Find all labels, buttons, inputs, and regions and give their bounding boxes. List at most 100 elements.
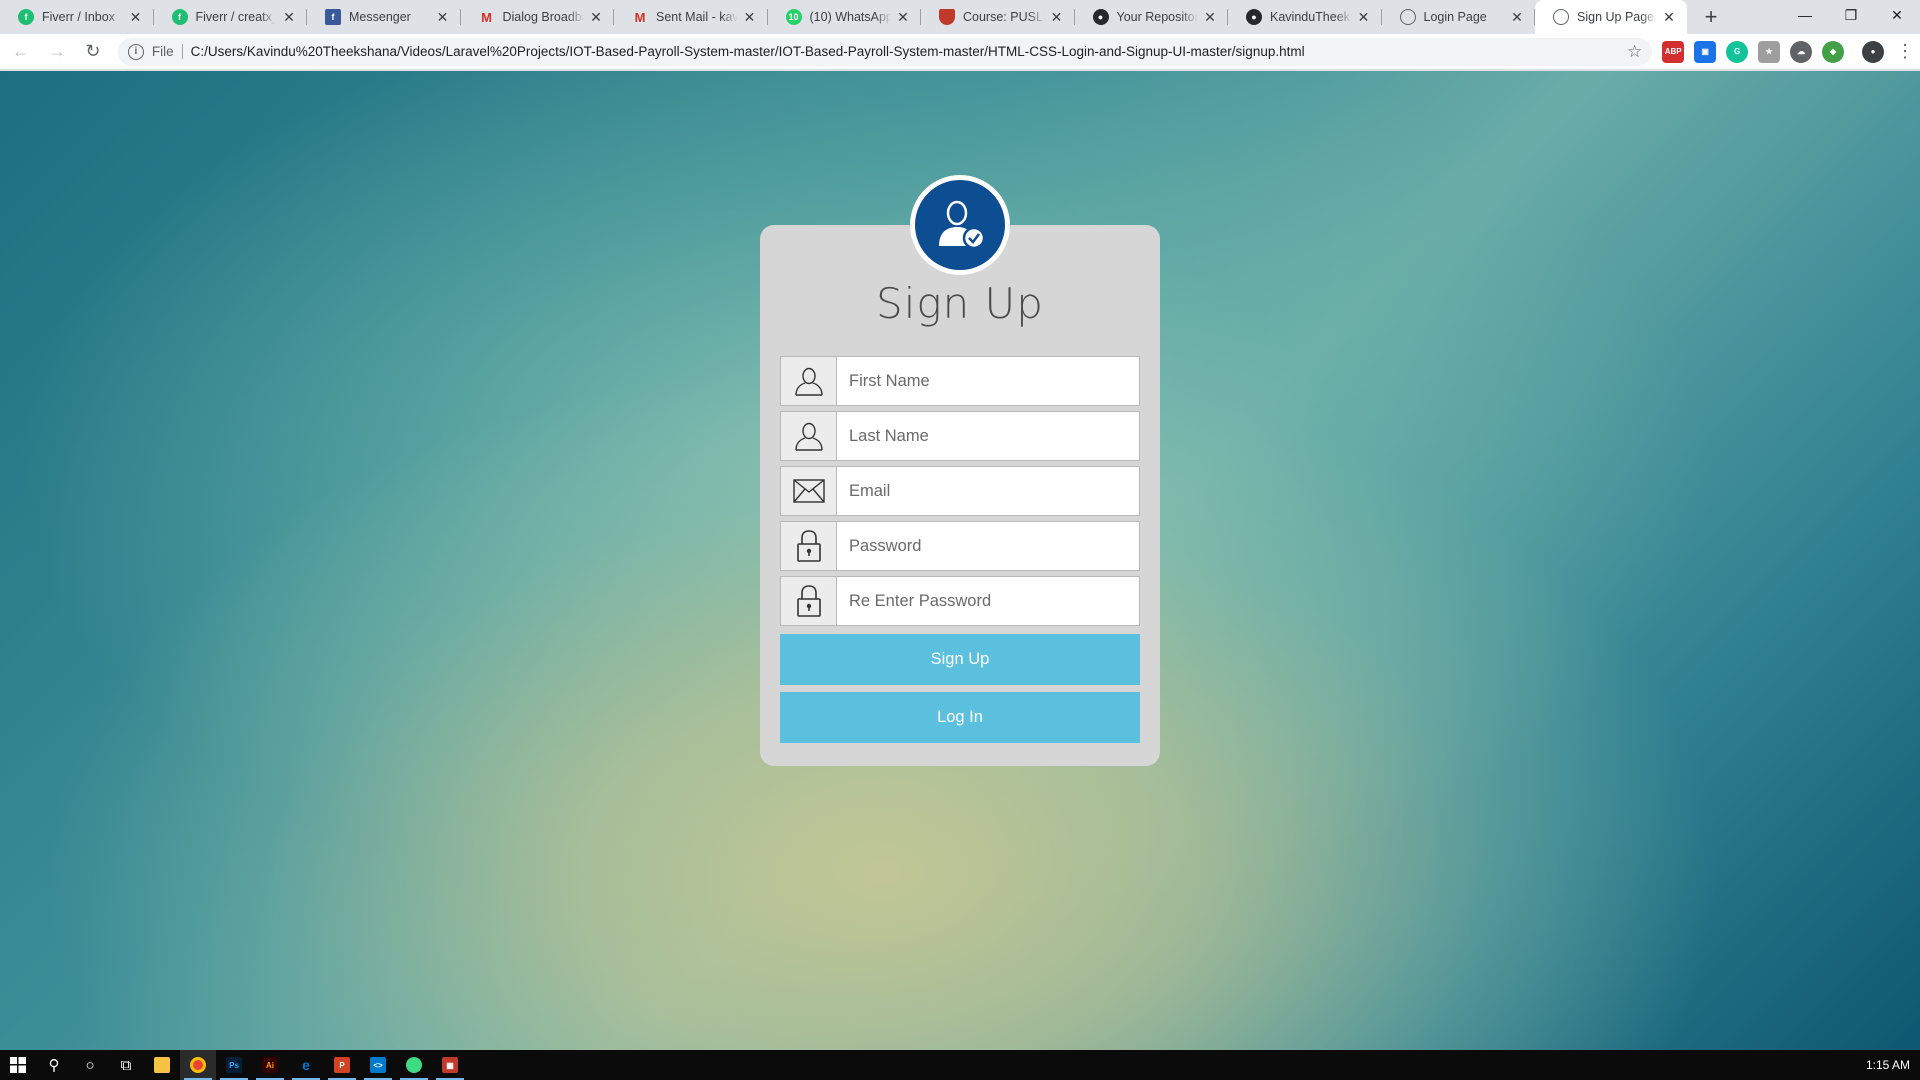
login-button[interactable]: Log In: [780, 692, 1140, 743]
cortana-icon[interactable]: ○: [72, 1050, 108, 1080]
chrome-icon[interactable]: [180, 1050, 216, 1080]
reload-button[interactable]: ↻: [78, 37, 108, 67]
first-name-input[interactable]: [837, 357, 1139, 405]
close-icon[interactable]: ✕: [1356, 9, 1372, 25]
fiverr-icon: f: [171, 9, 188, 25]
restore-button[interactable]: ❐: [1828, 0, 1874, 30]
close-icon[interactable]: ✕: [1509, 9, 1525, 25]
tab-title: Your Repositories: [1116, 10, 1199, 24]
task-view-icon[interactable]: ⧉: [108, 1050, 144, 1080]
edge-icon[interactable]: e: [288, 1050, 324, 1080]
gmail-icon: M: [481, 9, 492, 25]
file-explorer-icon[interactable]: [144, 1050, 180, 1080]
close-icon[interactable]: ✕: [1049, 9, 1065, 25]
tab-dialog-broadband[interactable]: M Dialog Broadband ✕: [461, 0, 615, 34]
bookmark-star-icon[interactable]: ☆: [1627, 42, 1642, 62]
close-icon[interactable]: ✕: [281, 9, 297, 25]
taskbar: ⚲ ○ ⧉ Ps Ai e P <> ▦ 1:15 AM: [0, 1050, 1920, 1080]
cloud-icon[interactable]: ☁: [1790, 40, 1813, 63]
user-icon: [781, 357, 837, 405]
github-icon: ●: [1092, 9, 1109, 25]
grammarly-icon[interactable]: G: [1726, 40, 1749, 63]
tab-fiverr-creatx[interactable]: f Fiverr / creatx_graphics ✕: [154, 0, 308, 34]
close-icon[interactable]: ✕: [895, 9, 911, 25]
avatar: [910, 175, 1010, 275]
fiverr-icon: f: [18, 9, 34, 25]
app-icon[interactable]: ▦: [432, 1050, 468, 1080]
confirm-password-input[interactable]: [837, 577, 1139, 625]
user-icon: [781, 412, 837, 460]
address-url[interactable]: C:/Users/Kavindu%20Theekshana/Videos/Lar…: [191, 44, 1627, 59]
facebook-icon: f: [325, 9, 341, 25]
envelope-icon: [781, 467, 837, 515]
close-icon[interactable]: ✕: [1661, 9, 1677, 25]
signup-button[interactable]: Sign Up: [780, 634, 1140, 685]
globe-icon: [1399, 9, 1416, 25]
search-icon[interactable]: ⚲: [36, 1050, 72, 1080]
tab-title: Fiverr / creatx_graphics: [195, 10, 278, 24]
close-icon[interactable]: ✕: [435, 9, 451, 25]
tab-signup-page[interactable]: Sign Up Page ✕: [1535, 0, 1687, 34]
password-input[interactable]: [837, 522, 1139, 570]
browser-toolbar: ← → ↻ i File C:/Users/Kavindu%20Theeksha…: [0, 34, 1920, 70]
back-button[interactable]: ←: [6, 37, 36, 67]
tab-list: f Fiverr / Inbox ✕ f Fiverr / creatx_gra…: [0, 0, 1687, 34]
page-background: Sign Up Sign Up Log In: [0, 71, 1920, 1050]
tab-title: Dialog Broadband: [502, 10, 585, 24]
profile-avatar[interactable]: ●: [1862, 40, 1884, 63]
close-icon[interactable]: ✕: [1202, 9, 1218, 25]
close-icon[interactable]: ✕: [128, 9, 144, 25]
vscode-icon[interactable]: <>: [360, 1050, 396, 1080]
extension-icon[interactable]: ★: [1758, 40, 1781, 63]
tab-course[interactable]: Course: PUSL3119 ✕: [921, 0, 1075, 34]
tab-whatsapp[interactable]: 10 (10) WhatsApp ✕: [768, 0, 922, 34]
android-studio-icon[interactable]: [396, 1050, 432, 1080]
gmail-icon: M: [634, 9, 646, 25]
start-button[interactable]: [0, 1050, 36, 1080]
last-name-input[interactable]: [837, 412, 1139, 460]
lock-icon: [781, 522, 837, 570]
new-tab-button[interactable]: +: [1697, 3, 1725, 31]
tab-messenger[interactable]: f Messenger ✕: [307, 0, 461, 34]
tab-title: KavinduTheekshana: [1270, 10, 1352, 24]
last-name-field: [780, 411, 1140, 461]
address-scheme: File: [152, 44, 183, 59]
page-title: Sign Up: [876, 279, 1044, 328]
confirm-password-field: [780, 576, 1140, 626]
info-icon[interactable]: i: [127, 43, 144, 60]
browser-tab-strip: f Fiverr / Inbox ✕ f Fiverr / creatx_gra…: [0, 0, 1920, 34]
window-controls: — ❐ ✕: [1782, 0, 1920, 30]
tab-github-profile[interactable]: ● KavinduTheekshana ✕: [1228, 0, 1382, 34]
tab-title: Fiverr / Inbox: [42, 10, 115, 24]
email-field: [780, 466, 1140, 516]
tab-repositories[interactable]: ● Your Repositories ✕: [1075, 0, 1229, 34]
globe-icon: [1553, 9, 1569, 25]
photoshop-icon[interactable]: Ps: [216, 1050, 252, 1080]
close-window-button[interactable]: ✕: [1874, 0, 1920, 30]
windows-icon: [10, 1057, 26, 1073]
tab-title: (10) WhatsApp: [809, 10, 892, 24]
tab-title: Messenger: [349, 10, 411, 24]
tab-title: Sent Mail - kavindu: [656, 10, 738, 24]
tab-title: Login Page: [1423, 10, 1487, 24]
whatsapp-icon: 10: [785, 9, 802, 25]
tab-login-page[interactable]: Login Page ✕: [1382, 0, 1536, 34]
illustrator-icon[interactable]: Ai: [252, 1050, 288, 1080]
powerpoint-icon[interactable]: P: [324, 1050, 360, 1080]
close-icon[interactable]: ✕: [588, 9, 604, 25]
email-input[interactable]: [837, 467, 1139, 515]
tab-fiverr-inbox[interactable]: f Fiverr / Inbox ✕: [0, 0, 154, 34]
minimize-button[interactable]: —: [1782, 0, 1828, 30]
close-icon[interactable]: ✕: [742, 9, 758, 25]
menu-icon[interactable]: ⋮: [1890, 37, 1920, 67]
tab-title: Sign Up Page: [1577, 10, 1655, 24]
lock-icon: [781, 577, 837, 625]
forward-button[interactable]: →: [42, 37, 72, 67]
password-field: [780, 521, 1140, 571]
adblock-icon[interactable]: ABP: [1662, 40, 1685, 63]
course-icon: [939, 9, 955, 25]
tab-sent-mail[interactable]: M Sent Mail - kavindu ✕: [614, 0, 768, 34]
extension-icon[interactable]: ▣: [1694, 40, 1717, 63]
extension-icon[interactable]: ◆: [1822, 40, 1845, 63]
address-bar[interactable]: i File C:/Users/Kavindu%20Theekshana/Vid…: [117, 37, 1653, 66]
